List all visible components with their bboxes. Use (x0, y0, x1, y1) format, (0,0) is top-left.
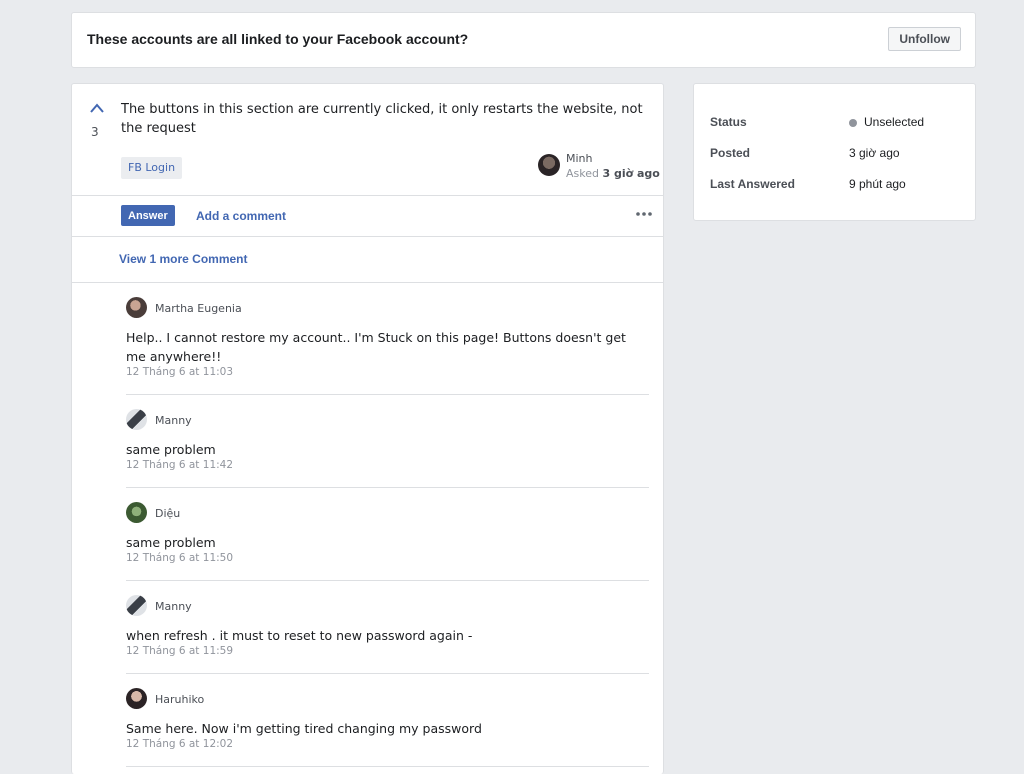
comment-author[interactable]: Martha Eugenia (155, 302, 242, 315)
comment-time[interactable]: 12 Tháng 6 at 11:03 (126, 366, 233, 378)
comment-divider (126, 766, 649, 767)
last-answered-label: Last Answered (710, 177, 795, 191)
comment-time[interactable]: 12 Tháng 6 at 11:50 (126, 552, 233, 564)
avatar[interactable] (126, 688, 147, 709)
asker-name[interactable]: Minh (566, 152, 593, 165)
add-comment-link[interactable]: Add a comment (196, 209, 286, 223)
status-panel: Status Unselected Posted 3 giờ ago Last … (693, 83, 976, 221)
asked-time: Asked 3 giờ ago (566, 167, 660, 180)
comment-text: same problem (126, 442, 216, 457)
comment-time[interactable]: 12 Tháng 6 at 12:02 (126, 738, 233, 750)
comment-text: Help.. I cannot restore my account.. I'm… (126, 330, 626, 364)
posted-value: 3 giờ ago (849, 146, 900, 160)
comment-time[interactable]: 12 Tháng 6 at 11:59 (126, 645, 233, 657)
question-body: The buttons in this section are currentl… (121, 102, 643, 136)
comment-text: same problem (126, 535, 216, 550)
status-label: Status (710, 115, 747, 129)
divider (72, 282, 663, 283)
comment-text: Same here. Now i'm getting tired changin… (126, 721, 482, 736)
topic-tag[interactable]: FB Login (121, 157, 183, 179)
comment-time[interactable]: 12 Tháng 6 at 11:42 (126, 459, 233, 471)
more-horizontal-icon[interactable] (635, 208, 653, 220)
divider (72, 195, 663, 196)
vote-count: 3 (91, 125, 99, 139)
view-more-comments-link[interactable]: View 1 more Comment (119, 252, 247, 266)
status-dot-icon (849, 119, 857, 127)
comment-author[interactable]: Haruhiko (155, 693, 204, 706)
comment-divider (126, 580, 649, 581)
avatar[interactable] (538, 154, 560, 176)
comment-divider (126, 394, 649, 395)
avatar[interactable] (126, 595, 147, 616)
answer-button[interactable]: Answer (121, 205, 175, 226)
last-answered-value: 9 phút ago (849, 177, 906, 191)
avatar[interactable] (126, 409, 147, 430)
chevron-up-icon[interactable] (89, 102, 105, 114)
status-value: Unselected (864, 115, 925, 129)
asked-prefix: Asked (566, 167, 599, 180)
comment-divider (126, 673, 649, 674)
avatar[interactable] (126, 297, 147, 318)
comment-author[interactable]: Manny (155, 600, 192, 613)
question-card: 3 The buttons in this section are curren… (71, 83, 664, 774)
question-header: These accounts are all linked to your Fa… (71, 12, 976, 68)
avatar[interactable] (126, 502, 147, 523)
posted-label: Posted (710, 146, 751, 160)
asked-time-value: 3 giờ ago (602, 167, 660, 180)
comment-text: when refresh . it must to reset to new p… (126, 628, 473, 643)
comment-author[interactable]: Manny (155, 414, 192, 427)
comment-divider (126, 487, 649, 488)
divider (72, 236, 663, 237)
unfollow-button[interactable]: Unfollow (888, 27, 961, 51)
question-title: These accounts are all linked to your Fa… (87, 31, 469, 47)
comment-author[interactable]: Diệu (155, 507, 180, 520)
